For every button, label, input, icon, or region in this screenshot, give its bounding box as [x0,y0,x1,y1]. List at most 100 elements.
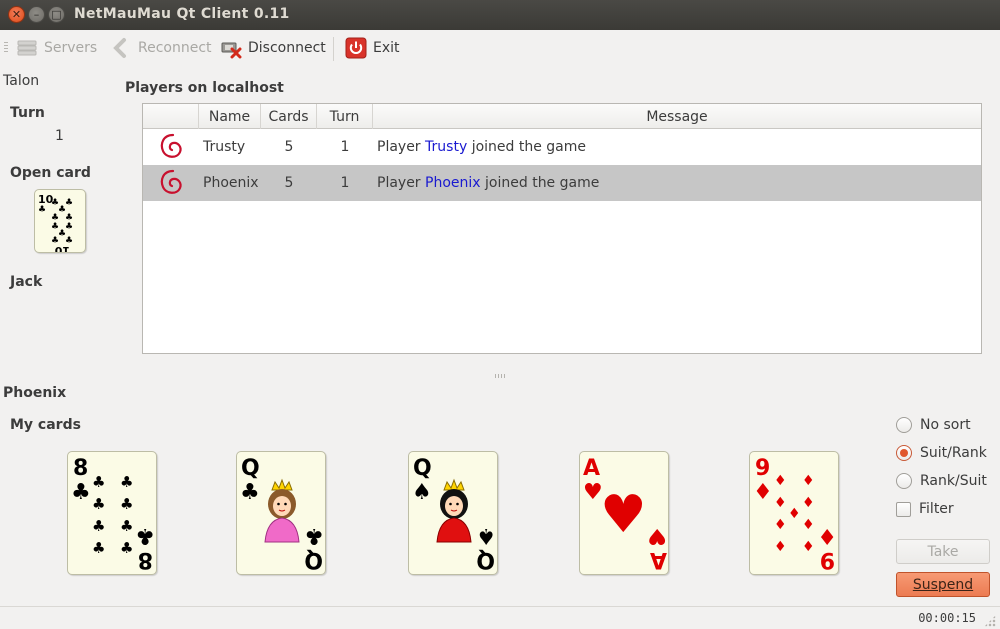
svg-text:8: 8 [138,547,153,572]
disconnect-button[interactable]: Disconnect [220,36,326,60]
maximize-window-button[interactable]: □ [48,6,65,23]
suit-rank-option[interactable]: Suit/Rank [896,443,987,463]
toolbar: Servers Reconnect Disconnect Exit [0,30,1000,66]
my-cards-label: My cards [10,417,81,433]
servers-label: Servers [44,40,98,56]
player-message: Player Phoenix joined the game [377,165,977,201]
filter-option[interactable]: Filter [896,499,954,519]
svg-text:♦: ♦ [774,495,787,511]
svg-text:Q: Q [476,547,495,572]
debian-swirl-icon [143,129,199,165]
exit-button[interactable]: Exit [345,36,400,60]
open-card-label: Open card [10,165,91,181]
turn-label: Turn [10,105,45,121]
chevron-left-icon [110,37,132,59]
player-message: Player Trusty joined the game [377,129,977,165]
rank-suit-option[interactable]: Rank/Suit [896,471,987,491]
splitter-handle[interactable] [495,374,505,378]
column-header-name[interactable]: Name [199,104,261,129]
reconnect-button[interactable]: Reconnect [110,36,212,60]
close-window-button[interactable]: ✕ [8,6,25,23]
svg-text:♦: ♦ [774,517,787,533]
column-header-turn[interactable]: Turn [317,104,373,129]
player-name: Trusty [203,139,246,155]
resize-grip[interactable] [984,615,996,627]
svg-text:♣: ♣ [71,480,91,505]
svg-text:♣: ♣ [240,480,260,505]
minimize-icon: – [33,8,40,21]
table-row[interactable]: Trusty 5 1 Player Trusty joined the game [143,129,981,165]
servers-icon [16,37,38,59]
player-name-label: Phoenix [3,385,67,401]
hand-card-q-clubs[interactable]: Q ♣ Q ♣ [236,451,326,575]
rank-suit-radio[interactable] [896,473,912,489]
minimize-window-button[interactable]: – [28,6,45,23]
rank-suit-label: Rank/Suit [920,473,987,489]
svg-text:♣: ♣ [92,495,105,513]
message-player-name: Phoenix [425,175,481,191]
title-bar: ✕ – □ NetMauMau Qt Client 0.11 [0,0,1000,30]
svg-text:♣: ♣ [120,495,133,513]
game-clock: 00:00:15 [918,611,976,625]
svg-text:♦: ♦ [802,473,815,489]
svg-text:♦: ♦ [802,517,815,533]
svg-text:Q: Q [304,547,323,572]
exit-label: Exit [373,40,400,56]
no-sort-option[interactable]: No sort [896,415,971,435]
message-prefix: Player [377,175,421,191]
svg-text:♣: ♣ [92,539,105,557]
close-icon: ✕ [11,8,22,21]
column-header-icon[interactable] [143,104,199,129]
no-sort-radio[interactable] [896,417,912,433]
svg-text:♣: ♣ [92,473,105,491]
disconnect-label: Disconnect [248,40,326,56]
maximize-icon: □ [51,8,62,21]
talon-label: Talon [3,73,40,89]
disconnect-icon [220,37,242,59]
svg-text:♦: ♦ [753,480,773,505]
table-row-selected[interactable]: Phoenix 5 1 Player Phoenix joined the ga… [143,165,981,201]
suspend-button[interactable]: Suspend [896,572,990,597]
player-turn: 1 [340,175,350,191]
svg-text:♦: ♦ [774,539,787,555]
svg-text:Q: Q [241,456,260,481]
open-card: 10 ♣ ♣ ♣ ♣ ♣ ♣ ♣ ♣ ♣ ♣ ♣ 10 [34,189,86,253]
filter-label: Filter [919,501,954,517]
power-icon [345,37,367,59]
suit-rank-label: Suit/Rank [920,445,987,461]
svg-text:♣: ♣ [120,473,133,491]
hand-card-8-clubs[interactable]: 8 ♣ ♣ ♣ ♣ ♣ ♣ ♣ ♣ ♣ 8 ♣ [67,451,157,575]
message-prefix: Player [377,139,421,155]
message-suffix: joined the game [471,139,586,155]
player-cards: 5 [284,175,294,191]
turn-value: 1 [55,128,64,144]
svg-text:♣: ♣ [120,539,133,557]
svg-text:♥: ♥ [647,523,667,548]
status-bar: 00:00:15 [0,606,1000,629]
svg-text:♦: ♦ [774,473,787,489]
suit-rank-radio[interactable] [896,445,912,461]
players-table-header: Name Cards Turn Message [143,104,981,129]
hand-card-9-diamonds[interactable]: 9 ♦ ♦ ♦ ♦ ♦ ♦ ♦ ♦ ♦ ♦ 9 ♦ [749,451,839,575]
svg-text:♦: ♦ [802,495,815,511]
players-title: Players on localhost [125,80,284,96]
svg-text:♠: ♠ [412,480,432,505]
player-turn: 1 [340,139,350,155]
message-player-name: Trusty [425,139,468,155]
column-header-message[interactable]: Message [373,104,981,129]
debian-swirl-icon [143,165,199,201]
column-header-cards[interactable]: Cards [261,104,317,129]
svg-text:9: 9 [820,547,835,572]
svg-text:♠: ♠ [476,523,496,548]
take-button[interactable]: Take [896,539,990,564]
svg-text:♦: ♦ [802,539,815,555]
svg-text:Q: Q [413,456,432,481]
hand-card-a-hearts[interactable]: A ♥ ♥ A ♥ [579,451,669,575]
take-label: Take [927,543,959,560]
message-suffix: joined the game [485,175,600,191]
toolbar-grip[interactable] [4,42,8,54]
filter-checkbox[interactable] [896,501,911,517]
hand-card-q-spades[interactable]: Q ♠ Q ♠ [408,451,498,575]
servers-button[interactable]: Servers [16,36,97,60]
jack-label: Jack [10,274,43,290]
